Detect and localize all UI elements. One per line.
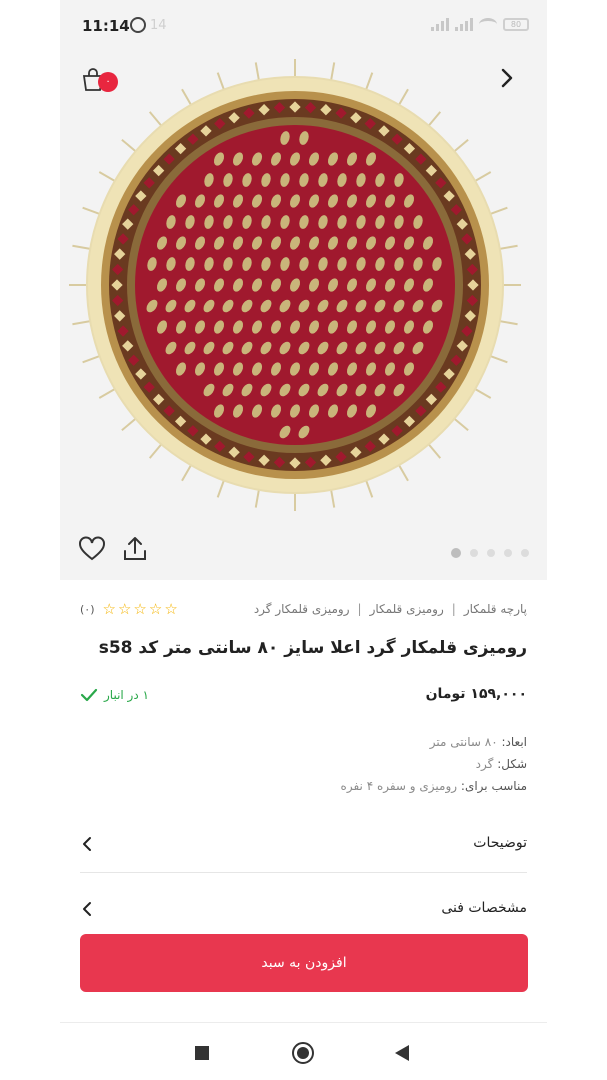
product-image[interactable] [68, 50, 523, 530]
gallery-pagination [451, 548, 529, 558]
price-row: ۱۵۹,۰۰۰ تومان ۱ در انبار [60, 684, 547, 708]
description-section-toggle[interactable]: توضیحات [80, 815, 527, 873]
breadcrumb-item[interactable]: رومیزی قلمکار گرد [254, 602, 350, 616]
tech-specs-section-toggle[interactable]: مشخصات فنی [80, 884, 527, 930]
wifi-icon [479, 18, 497, 31]
signal-icon [431, 18, 449, 31]
check-icon [80, 688, 98, 702]
add-to-cart-button[interactable]: افزودن به سبد [80, 934, 528, 992]
product-title: رومیزی قلمکار گرد اعلا سایز ۸۰ سانتی متر… [98, 638, 527, 658]
breadcrumb-item[interactable]: پارچه قلمکار [464, 602, 527, 616]
status-bar: 11:14 14 80 [60, 0, 547, 50]
status-icons: 80 [431, 18, 529, 31]
status-time: 11:14 [82, 17, 130, 35]
back-button[interactable] [495, 66, 519, 90]
pagination-dot[interactable] [451, 548, 461, 558]
star-icon: ☆ [164, 600, 178, 618]
chevron-left-icon [83, 837, 91, 851]
battery-icon: 80 [503, 18, 529, 31]
description-label: توضیحات [473, 835, 527, 851]
star-icon: ☆ [117, 600, 132, 618]
spec-key: شکل: [497, 757, 527, 771]
pagination-dot[interactable] [504, 549, 512, 557]
breadcrumb-separator: | [357, 602, 362, 616]
signal-icon-2 [455, 18, 473, 31]
rating[interactable]: (۰) ☆ ☆ ☆ ☆ ☆ [80, 600, 178, 618]
breadcrumb-row: پارچه قلمکار | رومیزی قلمکار | رومیزی قلمکار… [60, 598, 547, 622]
spec-line: شکل: گرد [341, 753, 527, 775]
pagination-dot[interactable] [487, 549, 495, 557]
home-button[interactable] [292, 1042, 314, 1064]
system-nav-bar [60, 1030, 547, 1080]
recent-apps-button[interactable] [195, 1046, 209, 1060]
share-button[interactable] [122, 535, 148, 563]
chevron-left-icon [83, 902, 91, 916]
cart-button[interactable]: ۰ [80, 66, 118, 98]
star-icon: ☆ [148, 600, 163, 618]
breadcrumb: پارچه قلمکار | رومیزی قلمکار | رومیزی قلمکار… [254, 602, 527, 616]
product-price: ۱۵۹,۰۰۰ تومان [425, 686, 527, 702]
spec-summary: ابعاد: ۸۰ سانتی متر شکل: گرد مناسب برای:… [341, 731, 527, 797]
cart-badge: ۰ [98, 72, 118, 92]
stock-status: ۱ در انبار [80, 686, 149, 704]
spec-line: ابعاد: ۸۰ سانتی متر [341, 731, 527, 753]
spec-value: گرد [475, 757, 494, 771]
system-back-button[interactable] [395, 1045, 409, 1061]
spec-value: رومیزی و سفره ۴ نفره [340, 779, 458, 793]
pagination-dot[interactable] [470, 549, 478, 557]
pagination-dot[interactable] [521, 549, 529, 557]
chevron-right-icon [501, 68, 513, 88]
share-icon [124, 537, 146, 560]
divider [60, 1022, 547, 1023]
star-icon: ☆ [102, 600, 116, 618]
breadcrumb-item[interactable]: رومیزی قلمکار [370, 602, 444, 616]
star-icon: ☆ [133, 600, 147, 618]
spec-key: ابعاد: [501, 735, 527, 749]
spec-value: ۸۰ سانتی متر [429, 735, 498, 749]
app-screen: 11:14 14 80 ۰ پارچه قلمکار|رومیزی قلمکار… [60, 0, 547, 1080]
stock-label: ۱ در انبار [104, 688, 149, 702]
spec-key: مناسب برای: [460, 779, 527, 793]
favorite-button[interactable] [78, 536, 106, 562]
rating-count: (۰) [80, 602, 95, 616]
heart-icon [79, 536, 105, 561]
tech-specs-label: مشخصات فنی [441, 900, 527, 916]
alarm-icon [130, 17, 146, 33]
spec-line: مناسب برای: رومیزی و سفره ۴ نفره [341, 775, 527, 797]
breadcrumb-separator: | [451, 602, 456, 616]
product-gallery[interactable]: ۰ [60, 50, 547, 580]
status-ghost-text: 14 [150, 18, 167, 33]
